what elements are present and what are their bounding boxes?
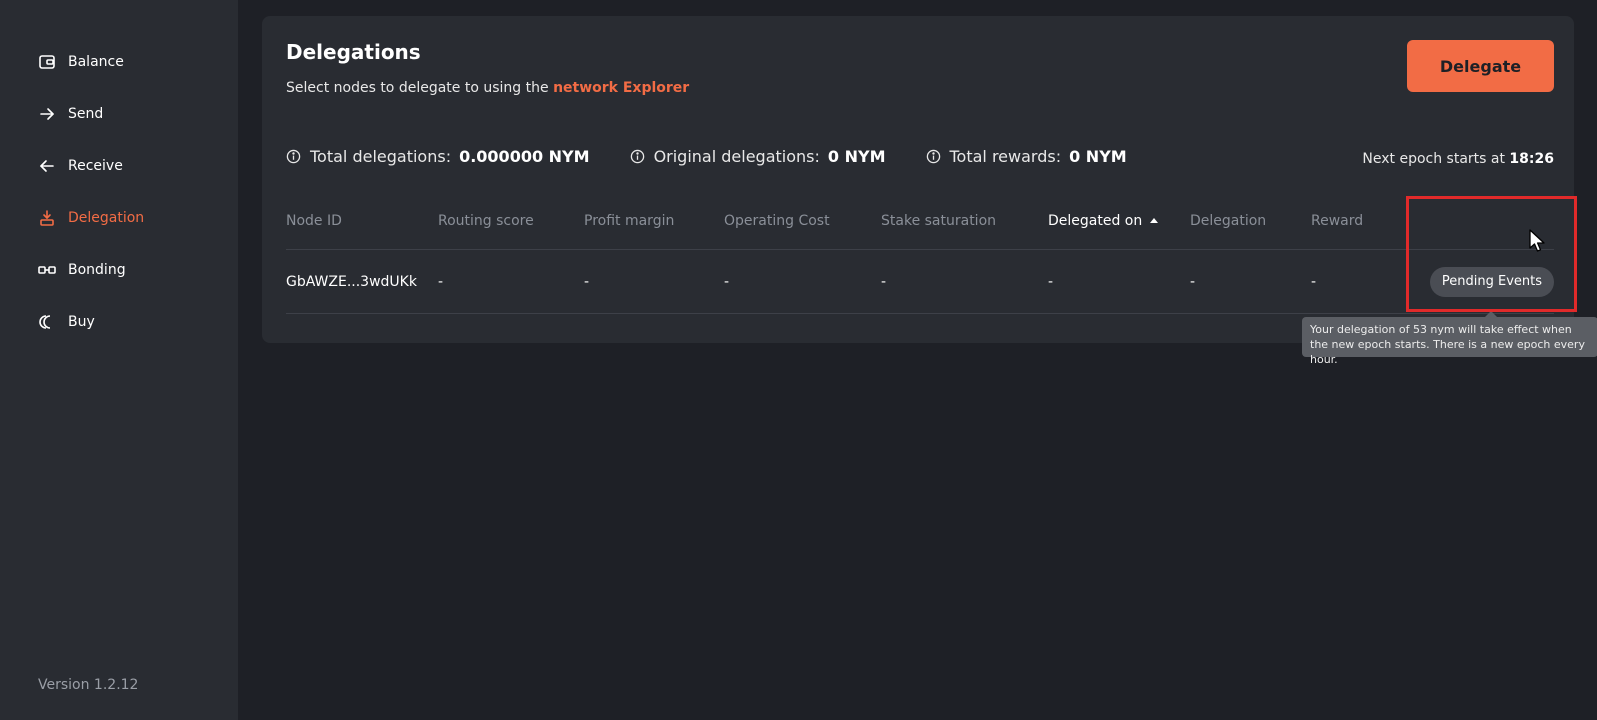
pending-events-tooltip: Your delegation of 53 nym will take effe… [1302,317,1597,366]
bonding-icon [38,261,56,279]
delegation-icon [38,209,56,227]
column-header-label: Delegated on [1048,212,1143,229]
stat-value: 0 NYM [827,147,886,166]
table-row[interactable]: GbAWZE...3wdUKk - - - - - - - Pending Ev… [286,250,1554,314]
cell-reward: - [1311,273,1317,290]
subtitle-text: Select nodes to delegate to using the [286,80,549,96]
arrow-left-icon [38,157,56,175]
cell-operating-cost: - [724,273,730,290]
cell-delegation: - [1190,273,1196,290]
column-header-stake-saturation[interactable]: Stake saturation [881,192,996,249]
sidebar-nav: Balance Send Receive Delegation Bonding … [38,51,144,363]
column-header-profit-margin[interactable]: Profit margin [584,192,674,249]
sidebar-item-buy[interactable]: Buy [38,311,144,333]
sort-ascending-icon [1150,218,1159,223]
table-header: Node ID Routing score Profit margin Oper… [286,192,1554,250]
stat-label: Total delegations: [310,147,452,166]
app-version: Version 1.2.12 [38,677,139,693]
cell-stake-saturation: - [881,273,887,290]
sidebar-item-label: Bonding [68,262,126,278]
epoch-label: Next epoch starts at [1362,151,1505,167]
sidebar-item-delegation[interactable]: Delegation [38,207,144,229]
arrow-right-icon [38,105,56,123]
column-header-delegation[interactable]: Delegation [1190,192,1266,249]
delegation-stats: Total delegations: 0.000000 NYM Original… [286,147,1167,166]
sidebar-item-receive[interactable]: Receive [38,155,144,177]
buy-icon [38,313,56,331]
sidebar-item-label: Send [68,106,104,122]
column-header-operating-cost[interactable]: Operating Cost [724,192,830,249]
epoch-time: 18:26 [1509,151,1554,167]
cell-routing-score: - [438,273,444,290]
sidebar-item-label: Balance [68,54,124,70]
column-header-reward[interactable]: Reward [1311,192,1363,249]
original-delegations-stat: Original delegations: 0 NYM [630,147,886,166]
wallet-icon [38,53,56,71]
sidebar-item-label: Receive [68,158,123,174]
stat-label: Total rewards: [949,147,1062,166]
sidebar-item-label: Buy [68,314,95,330]
column-header-routing-score[interactable]: Routing score [438,192,534,249]
stat-value: 0 NYM [1069,147,1127,166]
page-subtitle: Select nodes to delegate to using the ne… [286,80,689,96]
total-delegations-stat: Total delegations: 0.000000 NYM [286,147,590,166]
next-epoch-info: Next epoch starts at 18:26 [1362,151,1554,167]
stat-label: Original delegations: [653,147,820,166]
info-icon [286,149,301,164]
page-title: Delegations [286,40,421,64]
delegations-card: Delegations Select nodes to delegate to … [262,16,1574,343]
delegate-button[interactable]: Delegate [1407,40,1554,92]
info-icon [926,149,940,164]
cell-delegated-on: - [1048,273,1054,290]
total-rewards-stat: Total rewards: 0 NYM [926,147,1127,166]
stat-value: 0.000000 NYM [459,147,590,166]
network-explorer-link[interactable]: network Explorer [553,80,689,96]
delegations-table: Node ID Routing score Profit margin Oper… [286,192,1554,314]
highlight-box [1406,196,1577,312]
column-header-node-id[interactable]: Node ID [286,192,342,249]
info-icon [630,149,644,164]
column-header-delegated-on[interactable]: Delegated on [1048,192,1159,249]
sidebar-item-send[interactable]: Send [38,103,144,125]
app-window: Balance Send Receive Delegation Bonding … [0,0,1597,720]
cell-profit-margin: - [584,273,590,290]
sidebar-item-balance[interactable]: Balance [38,51,144,73]
mouse-cursor-icon [1529,229,1545,252]
sidebar-item-label: Delegation [68,210,145,226]
sidebar-item-bonding[interactable]: Bonding [38,259,144,281]
sidebar: Balance Send Receive Delegation Bonding … [0,0,238,720]
cell-node-id: GbAWZE...3wdUKk [286,273,417,290]
